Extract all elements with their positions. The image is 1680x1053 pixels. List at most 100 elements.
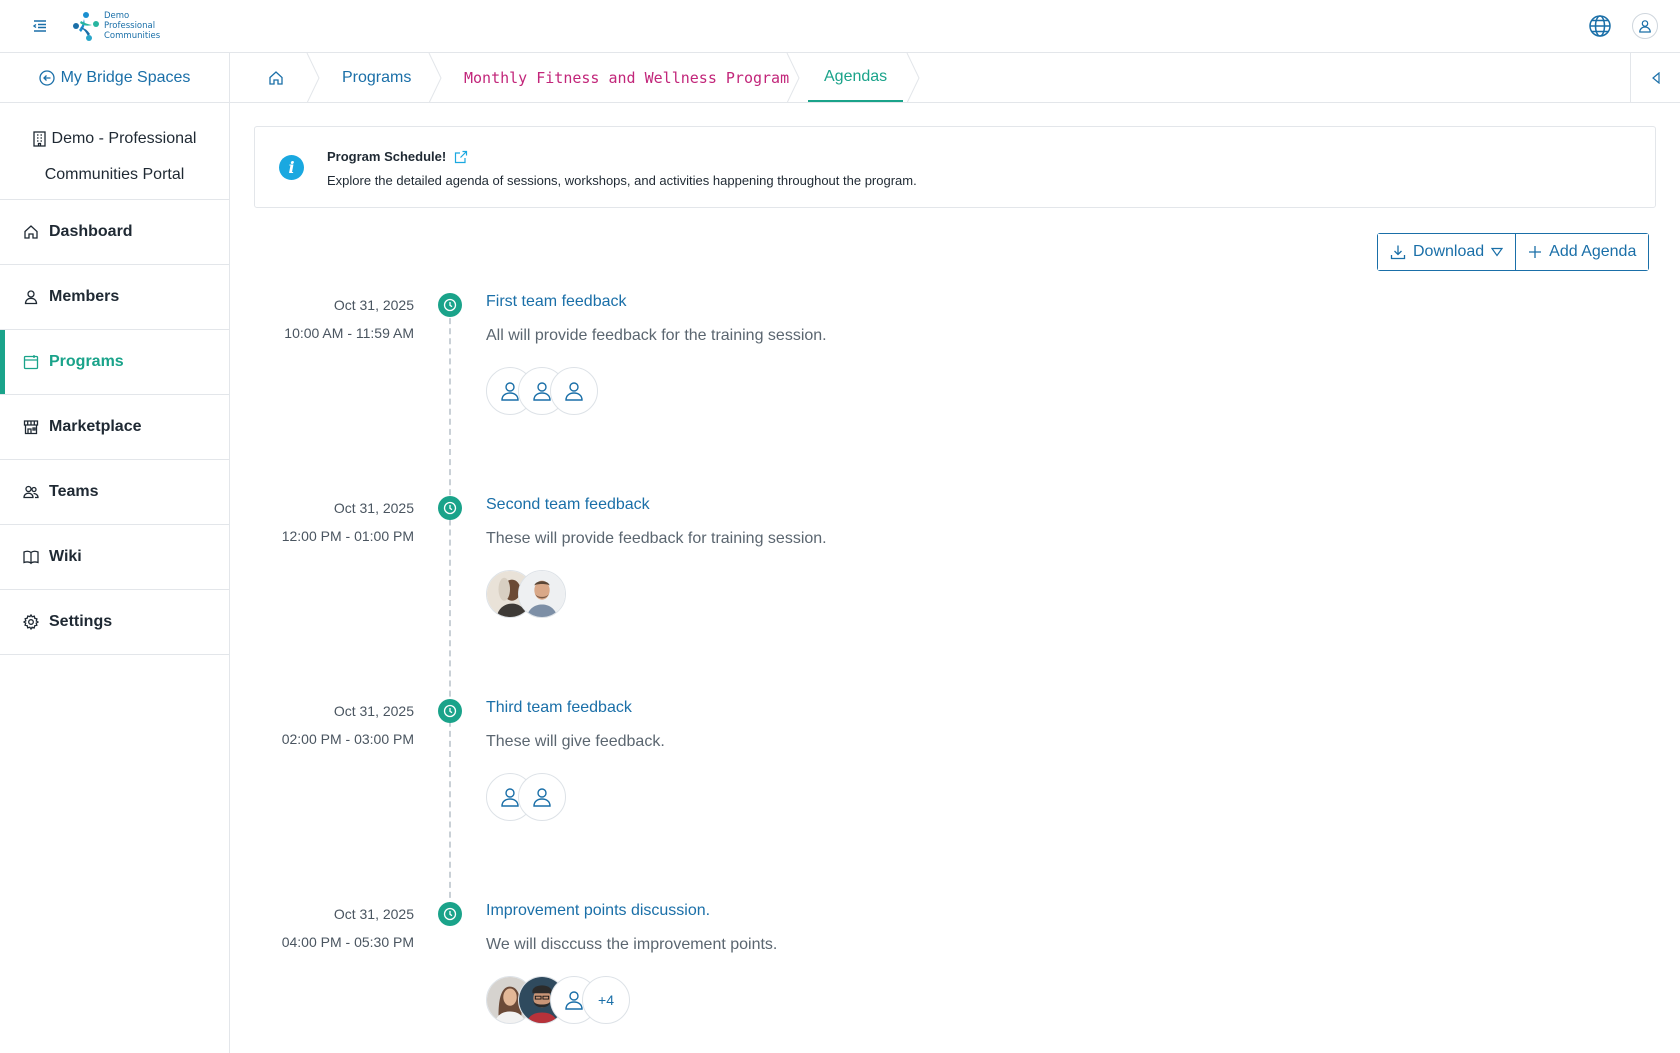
agenda-item: Oct 31, 2025 12:00 PM - 01:00 PM Second …: [254, 490, 1154, 680]
agenda-item: Oct 31, 2025 10:00 AM - 11:59 AM First t…: [254, 287, 1154, 477]
top-bar: Demo Professional Communities: [0, 0, 1680, 53]
agenda-actions: Download Add Agenda: [1377, 233, 1650, 271]
external-link-icon[interactable]: [454, 150, 468, 164]
person-photo-icon: [519, 571, 565, 617]
logo-mark-icon: [73, 12, 99, 41]
agenda-title[interactable]: First team feedback: [486, 293, 627, 311]
org-name-line2: Communities Portal: [44, 166, 185, 183]
download-icon: [1390, 245, 1406, 260]
agenda-description: We will disccuss the improvement points.: [486, 936, 778, 953]
user-icon: [1639, 20, 1651, 33]
sidebar-item-label: Programs: [49, 353, 124, 370]
back-circle-icon: [38, 69, 55, 86]
plus-icon: [1529, 246, 1542, 258]
calendar-icon: [22, 353, 40, 371]
sidebar-item-settings[interactable]: Settings: [0, 590, 229, 655]
download-button[interactable]: Download: [1378, 234, 1516, 270]
agenda-date: Oct 31, 2025: [333, 500, 414, 516]
agenda-time: 04:00 PM - 05:30 PM: [281, 934, 414, 950]
user-placeholder-icon: [565, 382, 583, 401]
info-description: Explore the detailed agenda of sessions,…: [327, 173, 917, 188]
agenda-title[interactable]: Improvement points discussion.: [486, 902, 710, 920]
collapse-panel-button[interactable]: [1630, 53, 1680, 102]
info-title-text: Program Schedule!: [327, 149, 447, 164]
agenda-time: 10:00 AM - 11:59 AM: [284, 325, 414, 341]
sidebar-item-programs[interactable]: Programs: [0, 330, 229, 395]
breadcrumb-separator: [306, 53, 320, 103]
agenda-title[interactable]: Second team feedback: [486, 496, 650, 514]
gear-icon: [22, 613, 40, 631]
store-icon: [22, 418, 40, 436]
breadcrumb-home[interactable]: [268, 53, 284, 102]
home-icon: [269, 70, 283, 85]
agenda-date: Oct 31, 2025: [333, 906, 414, 922]
logo-line: Demo: [104, 11, 130, 21]
back-to-spaces-link[interactable]: My Bridge Spaces: [0, 53, 229, 103]
user-placeholder-icon: [533, 788, 551, 807]
sidebar-item-label: Marketplace: [49, 418, 142, 435]
sidebar: My Bridge Spaces Demo - Professional Com…: [0, 53, 230, 1053]
clock-icon: [438, 496, 462, 520]
language-globe-icon[interactable]: [1588, 14, 1612, 38]
caret-down-icon: [1491, 247, 1504, 257]
participant-avatars: [486, 367, 598, 415]
sidebar-item-teams[interactable]: Teams: [0, 460, 229, 525]
breadcrumb-separator: [428, 53, 442, 103]
agenda-description: All will provide feedback for the traini…: [486, 327, 827, 344]
sidebar-item-dashboard[interactable]: Dashboard: [0, 200, 229, 265]
breadcrumb: Programs Monthly Fitness and Wellness Pr…: [230, 53, 1680, 103]
sidebar-item-label: Dashboard: [49, 223, 133, 240]
agenda-time: 02:00 PM - 03:00 PM: [281, 731, 414, 747]
clock-icon: [438, 699, 462, 723]
menu-toggle-icon[interactable]: [30, 16, 50, 36]
breadcrumb-agendas[interactable]: Agendas: [808, 53, 904, 102]
user-icon: [22, 288, 40, 306]
sidebar-item-marketplace[interactable]: Marketplace: [0, 395, 229, 460]
logo-text: Demo Professional Communities: [104, 11, 160, 41]
agenda-title[interactable]: Third team feedback: [486, 699, 632, 717]
add-agenda-label: Add Agenda: [1549, 243, 1637, 260]
avatar-photo[interactable]: [518, 570, 566, 618]
sidebar-item-members[interactable]: Members: [0, 265, 229, 330]
participant-avatars: +4: [486, 976, 630, 1024]
download-label: Download: [1413, 243, 1485, 260]
info-banner: i Program Schedule! Explore the detailed…: [254, 126, 1656, 208]
logo-line: Communities: [104, 31, 161, 41]
add-agenda-button[interactable]: Add Agenda: [1515, 234, 1649, 270]
info-title: Program Schedule!: [327, 149, 468, 164]
sidebar-item-label: Settings: [49, 613, 113, 630]
more-participants-badge[interactable]: +4: [582, 976, 630, 1024]
book-icon: [22, 548, 40, 566]
breadcrumb-separator: [786, 53, 800, 103]
brand-logo[interactable]: Demo Professional Communities: [70, 8, 160, 44]
clock-icon: [438, 902, 462, 926]
clock-icon: [438, 293, 462, 317]
agenda-description: These will provide feedback for training…: [486, 530, 827, 547]
breadcrumb-separator: [906, 53, 920, 103]
sidebar-item-label: Wiki: [49, 548, 82, 565]
caret-left-icon: [1651, 71, 1660, 84]
agenda-date: Oct 31, 2025: [333, 297, 414, 313]
avatar[interactable]: [518, 773, 566, 821]
agenda-description: These will give feedback.: [486, 733, 665, 750]
info-icon: i: [279, 155, 304, 180]
home-icon: [22, 223, 40, 241]
breadcrumb-programs[interactable]: Programs: [342, 53, 411, 102]
sidebar-item-label: Members: [49, 288, 120, 305]
sidebar-item-label: Teams: [49, 483, 99, 500]
org-name-line1: Demo - Professional: [51, 130, 197, 147]
user-menu-button[interactable]: [1632, 13, 1658, 39]
users-icon: [22, 483, 40, 501]
agenda-item: Oct 31, 2025 04:00 PM - 05:30 PM Improve…: [254, 896, 1154, 1046]
breadcrumb-program[interactable]: Monthly Fitness and Wellness Program: [464, 53, 789, 102]
avatar[interactable]: [550, 367, 598, 415]
back-link-label: My Bridge Spaces: [60, 68, 191, 86]
sidebar-item-wiki[interactable]: Wiki: [0, 525, 229, 590]
building-icon: [32, 131, 46, 147]
agenda-item: Oct 31, 2025 02:00 PM - 03:00 PM Third t…: [254, 693, 1154, 883]
agenda-date: Oct 31, 2025: [333, 703, 414, 719]
logo-line: Professional: [104, 21, 156, 31]
participant-avatars: [486, 570, 566, 618]
organization-name: Demo - Professional Communities Portal: [0, 103, 229, 200]
agenda-time: 12:00 PM - 01:00 PM: [281, 528, 414, 544]
